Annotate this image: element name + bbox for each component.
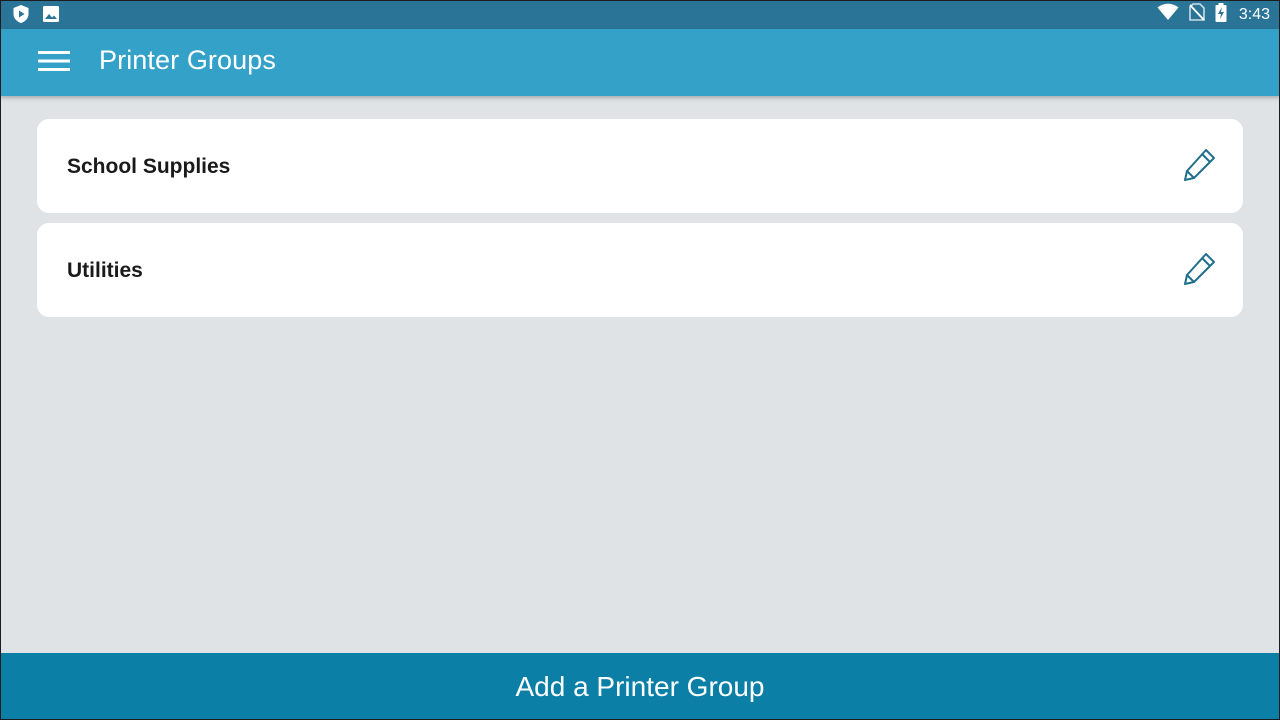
group-name: School Supplies xyxy=(67,155,231,178)
window-frame xyxy=(0,0,1280,720)
image-icon xyxy=(42,5,60,28)
page-title: Printer Groups xyxy=(99,45,276,75)
list-item[interactable]: School Supplies xyxy=(37,119,1243,213)
no-sim-icon xyxy=(1189,3,1205,26)
pencil-edit-icon xyxy=(1181,251,1217,292)
add-printer-group-button[interactable]: Add a Printer Group xyxy=(0,653,1280,720)
printer-group-list: School Supplies Utilities xyxy=(37,119,1243,327)
list-item[interactable]: Utilities xyxy=(37,223,1243,317)
wifi-icon xyxy=(1157,3,1179,26)
edit-group-button[interactable] xyxy=(1179,251,1219,291)
status-time: 3:43 xyxy=(1238,5,1270,23)
shield-play-icon xyxy=(12,4,30,29)
edit-group-button[interactable] xyxy=(1179,147,1219,187)
hamburger-menu-icon xyxy=(38,50,70,77)
group-name: Utilities xyxy=(67,259,143,282)
menu-button[interactable] xyxy=(30,41,78,85)
pencil-edit-icon xyxy=(1181,147,1217,188)
battery-charging-icon xyxy=(1215,2,1227,27)
app-bar: Printer Groups xyxy=(0,29,1280,96)
status-bar: 3:43 xyxy=(0,0,1280,29)
